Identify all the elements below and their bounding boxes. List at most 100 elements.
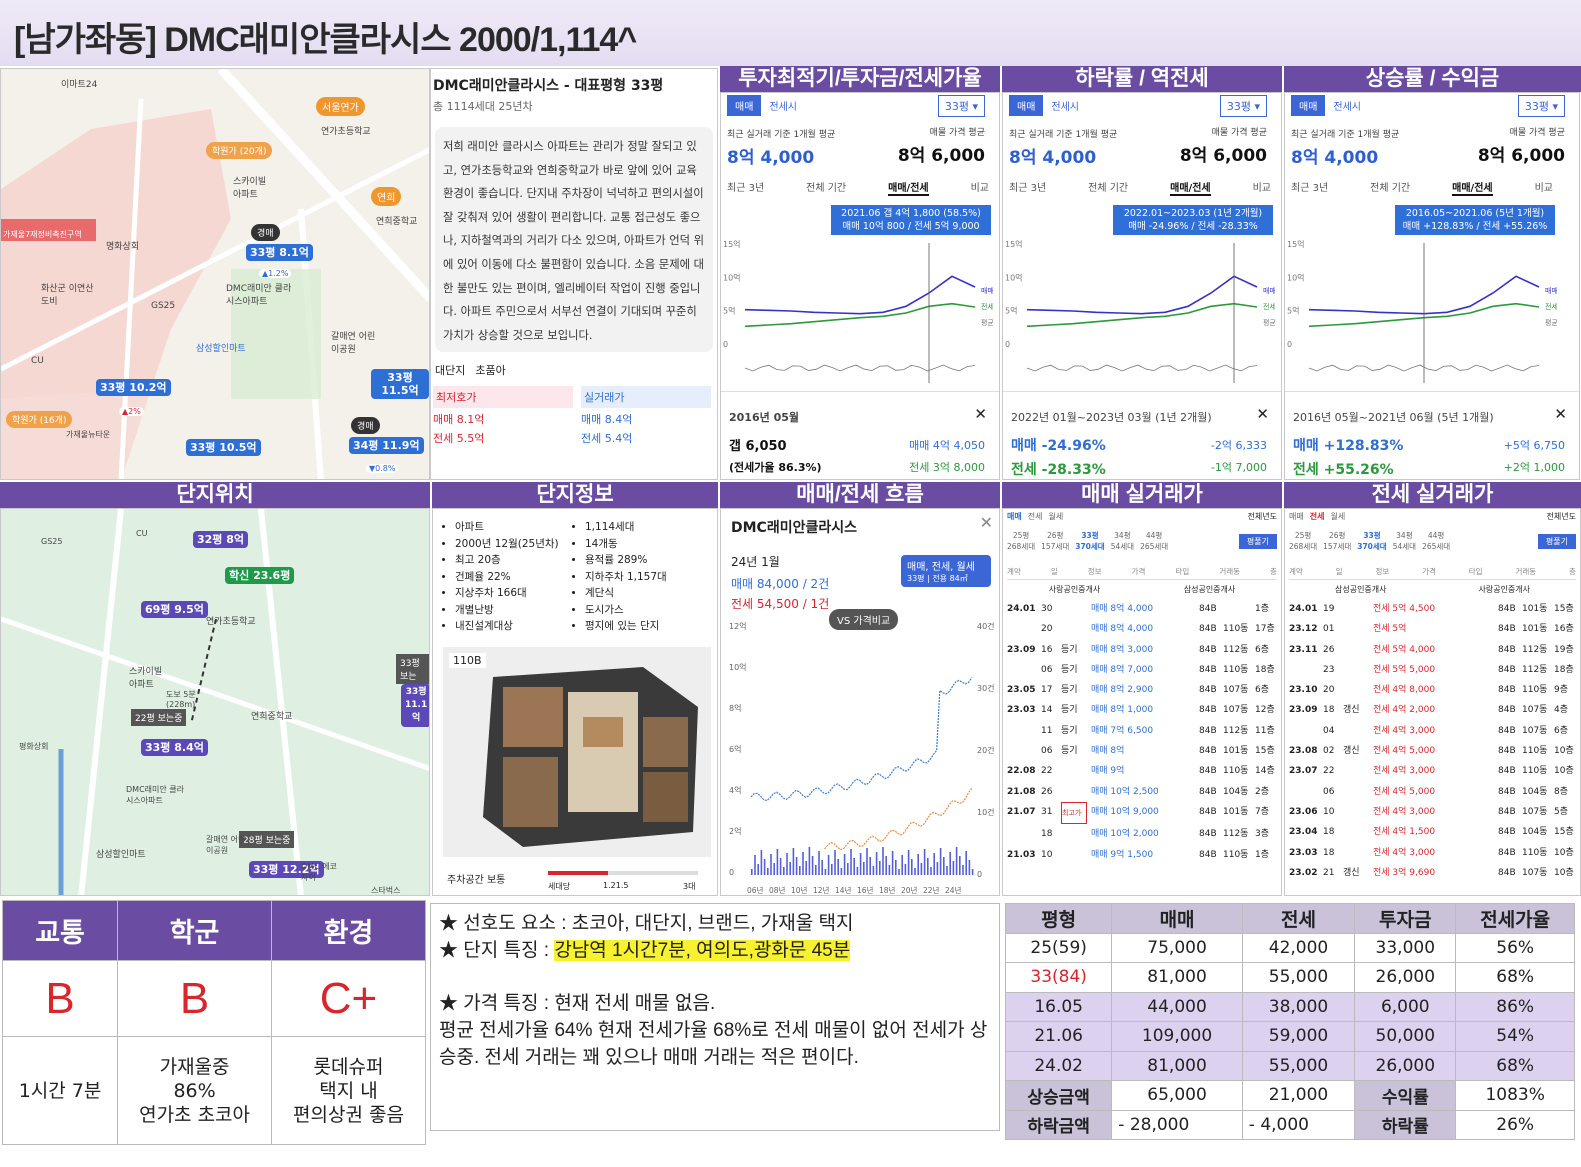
period-tab[interactable]: 최근 3년 (1009, 179, 1046, 196)
deal-row[interactable]: 23.03 18 전세 4억 3,000 84B 110동 10층 (1289, 843, 1576, 863)
expand-button[interactable]: 평풀기 (1238, 533, 1277, 549)
price-pin[interactable]: 33평 10.2억 (96, 379, 171, 396)
deal-row[interactable]: 20 매매 8억 4,000 84B 110동 17층 (1007, 619, 1277, 639)
flow-chart: 12억 10억 8억 6억 4억 2억 0 40건 30건 20건 10건 0 06년 08년 10년 12년… (729, 621, 995, 895)
size-tab[interactable]: 34평 54세대 (1111, 530, 1134, 552)
deal-row[interactable]: 23.09 18 갱신 전세 4억 2,000 84B 107동 4층 (1289, 700, 1576, 720)
year-select[interactable]: 전체년도 (1248, 511, 1277, 522)
deal-row[interactable]: 23.07 22 전세 4억 3,000 84B 110동 10층 (1289, 761, 1576, 781)
deal-row[interactable]: 24.01 30 매매 8억 4,000 84B 1층 (1007, 599, 1277, 619)
price-pin[interactable]: 34평 11.9억 (349, 437, 424, 454)
deal-row[interactable]: 11 등기 매매 7억 6,500 84B 112동 11층 (1007, 721, 1277, 741)
size-tab[interactable]: 26평 157세대 (1041, 530, 1069, 552)
price-pin[interactable]: 69평 9.5억 (141, 601, 208, 618)
period-tab[interactable]: 매매/전세 (888, 179, 929, 196)
deal-info: 등기 (1061, 746, 1078, 757)
deal-row[interactable]: 23.03 14 등기 매매 8억 1,000 84B 107동 12층 (1007, 700, 1277, 720)
deal-row[interactable]: 23.04 18 전세 4억 1,500 84B 104동 15층 (1289, 822, 1576, 842)
deal-row[interactable]: 23.02 21 갱신 전세 3억 9,690 84B 107동 10층 (1289, 863, 1576, 883)
period-tab[interactable]: 전체 기간 (806, 179, 846, 196)
deal-row[interactable]: 23.06 10 전세 4억 3,000 84B 107동 5층 (1289, 802, 1576, 822)
deal-building: 107동 (1223, 705, 1249, 716)
deal-tab[interactable]: 매매 (1289, 512, 1304, 521)
size-tab[interactable]: 44평 265세대 (1422, 530, 1450, 552)
price-row: 24.02 81,000 55,000 26,000 68% (1004, 1050, 1575, 1081)
period-tab[interactable]: 전체 기간 (1370, 179, 1410, 196)
period-tab[interactable]: 비교 (971, 179, 989, 196)
deal-row[interactable]: 23.11 26 전세 5억 4,000 84B 112동 19층 (1289, 640, 1576, 660)
deal-tab[interactable]: 전세 (1028, 512, 1043, 521)
deal-row[interactable]: 21.07 31 최고가 매매 10억 9,000 84B 101동 7층 (1007, 801, 1277, 825)
price-pin[interactable]: 33평 8.4억 (141, 739, 208, 756)
x-tick: 22년 (923, 885, 940, 895)
price-pin[interactable]: 32평 8억 (193, 531, 249, 548)
tab-jeonse[interactable]: 전세시 (1043, 95, 1087, 116)
deal-row[interactable]: 23 전세 5억 5,000 84B 112동 18층 (1289, 660, 1576, 680)
deal-row[interactable]: 24.01 19 전세 5억 4,500 84B 101동 15층 (1289, 599, 1576, 619)
size-tab[interactable]: 34평 54세대 (1393, 530, 1416, 552)
deal-row[interactable]: 06 전세 4억 5,000 84B 104동 8층 (1289, 782, 1576, 802)
period-tab[interactable]: 매매/전세 (1452, 179, 1493, 196)
x-tick: 10년 (791, 885, 808, 895)
tab-sale[interactable]: 매매 (727, 95, 762, 116)
deal-row[interactable]: 23.09 16 등기 매매 8억 3,000 84B 112동 6층 (1007, 640, 1277, 660)
price-pin[interactable]: 33평 8.1억 (246, 244, 313, 261)
size-select[interactable]: 33평 ▾ (1219, 95, 1267, 117)
close-icon[interactable]: ✕ (980, 513, 993, 532)
year-select[interactable]: 전체년도 (1547, 511, 1576, 522)
period-tab[interactable]: 매매/전세 (1170, 179, 1211, 196)
type-select[interactable]: 매매, 전세, 월세 33평 | 전용 84㎡ (901, 555, 991, 587)
deal-type: 84B (1199, 806, 1217, 817)
deal-row[interactable]: 23.08 02 갱신 전세 4억 5,000 84B 110동 10층 (1289, 741, 1576, 761)
price-pin[interactable]: 33평 10.5억 (186, 439, 261, 456)
deal-row[interactable]: 22.08 22 매매 9억 84B 110동 14층 (1007, 761, 1277, 781)
close-icon[interactable]: ✕ (974, 405, 987, 423)
price-pin[interactable]: 학신 23.6평 (225, 567, 295, 584)
size-tab[interactable]: 33평 370세대 (1075, 530, 1104, 552)
size-tab[interactable]: 25평 268세대 (1289, 530, 1317, 552)
deal-row[interactable]: 04 전세 4억 3,000 84B 107동 6층 (1289, 721, 1576, 741)
price-pin[interactable]: 33평 11.1억 (401, 684, 429, 727)
period-tab[interactable]: 최근 3년 (727, 179, 764, 196)
deal-row[interactable]: 06 등기 매매 8억 7,000 84B 110동 18층 (1007, 660, 1277, 680)
deal-building: 104동 (1522, 786, 1548, 797)
deal-type: 84B (1498, 705, 1516, 716)
deal-floor: 18층 (1255, 664, 1275, 675)
volume-bar (799, 866, 801, 875)
tab-sale[interactable]: 매매 (1009, 95, 1044, 116)
tab-jeonse[interactable]: 전세시 (761, 95, 805, 116)
size-tab[interactable]: 25평 268세대 (1007, 530, 1035, 552)
size-tab[interactable]: 44평 265세대 (1140, 530, 1168, 552)
deal-row[interactable]: 21.08 26 매매 10억 2,500 84B 104동 2층 (1007, 782, 1277, 802)
price-pin[interactable]: 33평 11.5억 (371, 369, 429, 399)
map-location[interactable]: 32평 8억 학신 23.6평 69평 9.5억 33평 8.4억 33평 11… (0, 508, 430, 896)
deal-row[interactable]: 18 매매 10억 2,000 84B 112동 3층 (1007, 824, 1277, 844)
map-top[interactable]: 학원가 (20개) 학원가 (16개) 경매 경매 서울연가 연희 이마트24 … (0, 68, 430, 480)
period-tab[interactable]: 비교 (1535, 179, 1553, 196)
deal-row[interactable]: 06 등기 매매 8억 84B 101동 15층 (1007, 741, 1277, 761)
close-icon[interactable]: ✕ (1256, 405, 1269, 423)
deal-row[interactable]: 23.12 01 전세 5억 84B 101동 16층 (1289, 619, 1576, 639)
size-select[interactable]: 33평 ▾ (1517, 95, 1565, 117)
deal-row[interactable]: 21.03 10 매매 9억 1,500 84B 110동 1층 (1007, 845, 1277, 865)
tab-jeonse[interactable]: 전세시 (1325, 95, 1369, 116)
volume-bar (776, 849, 779, 875)
deal-tab[interactable]: 매매 (1007, 512, 1022, 521)
period-tab[interactable]: 최근 3년 (1291, 179, 1328, 196)
period-tab[interactable]: 전체 기간 (1088, 179, 1128, 196)
deal-tab[interactable]: 월세 (1330, 512, 1345, 521)
size-tab[interactable]: 33평 370세대 (1357, 530, 1386, 552)
tag-chip[interactable]: 초품아 (475, 362, 505, 378)
expand-button[interactable]: 평풀기 (1537, 533, 1576, 549)
size-tab[interactable]: 26평 157세대 (1323, 530, 1351, 552)
tab-sale[interactable]: 매매 (1291, 95, 1326, 116)
size-select[interactable]: 33평 ▾ (937, 95, 985, 117)
tag-chip[interactable]: 대단지 (435, 362, 465, 378)
deal-row[interactable]: 23.10 20 전세 4억 8,000 84B 110동 9층 (1289, 680, 1576, 700)
deal-row[interactable]: 23.05 17 등기 매매 8억 2,900 84B 107동 6층 (1007, 680, 1277, 700)
period-tab[interactable]: 비교 (1253, 179, 1271, 196)
price-cell: 상승금액 (1004, 1080, 1113, 1111)
close-icon[interactable]: ✕ (1554, 405, 1567, 423)
deal-tab[interactable]: 월세 (1048, 512, 1063, 521)
deal-tab[interactable]: 전세 (1310, 512, 1325, 521)
